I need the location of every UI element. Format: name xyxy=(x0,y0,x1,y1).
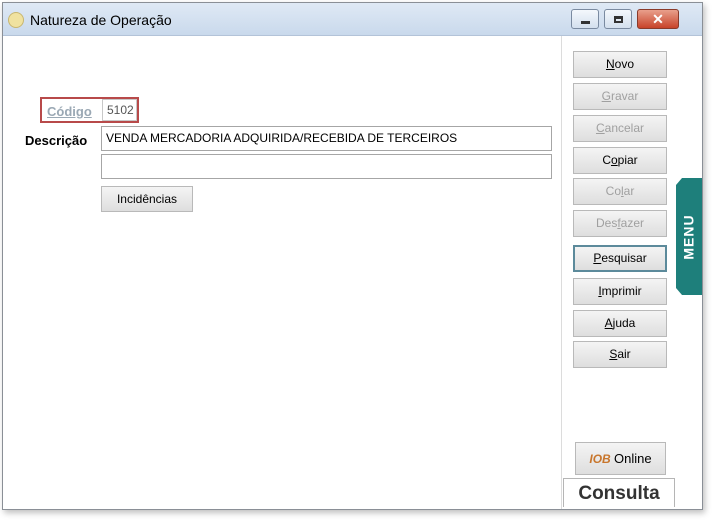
toolbar-button-desfazer[interactable]: Desfazer xyxy=(573,210,667,237)
toolbar-button-imprimir[interactable]: Imprimir xyxy=(573,278,667,305)
descricao-label: Descrição xyxy=(25,133,88,148)
toolbar-button-sair[interactable]: Sair xyxy=(573,341,667,368)
consulta-tab[interactable]: Consulta xyxy=(563,478,675,507)
descricao-complement-field[interactable] xyxy=(101,154,552,179)
close-button[interactable]: ✕ xyxy=(637,9,679,29)
client-area: Código 5102 Descrição VENDA MERCADORIA A… xyxy=(3,36,702,509)
toolbar-button-gravar[interactable]: Gravar xyxy=(573,83,667,110)
maximize-button[interactable] xyxy=(604,9,632,29)
descricao-field[interactable]: VENDA MERCADORIA ADQUIRIDA/RECEBIDA DE T… xyxy=(101,126,552,151)
codigo-field[interactable]: 5102 xyxy=(102,99,137,121)
iob-online-button[interactable]: IOB Online xyxy=(575,442,666,475)
incidencias-button[interactable]: Incidências xyxy=(101,186,193,212)
close-icon: ✕ xyxy=(652,10,664,27)
toolbar-button-ajuda[interactable]: Ajuda xyxy=(573,310,667,337)
maximize-icon xyxy=(613,15,623,23)
iob-brand: IOB xyxy=(589,452,611,466)
window-title: Natureza de Operação xyxy=(30,12,172,28)
menu-tab-label: MENU xyxy=(681,213,698,260)
panel-divider xyxy=(561,36,562,509)
iob-online-label: Online xyxy=(614,451,652,466)
app-icon xyxy=(8,12,24,28)
main-window: Natureza de Operação ✕ Código 5102 Descr… xyxy=(2,2,703,510)
toolbar-button-pesquisar[interactable]: Pesquisar xyxy=(573,245,667,272)
minimize-button[interactable] xyxy=(571,9,599,29)
toolbar-button-novo[interactable]: Novo xyxy=(573,51,667,78)
codigo-label: Código xyxy=(47,104,92,119)
toolbar-button-copiar[interactable]: Copiar xyxy=(573,147,667,174)
toolbar-button-cancelar[interactable]: Cancelar xyxy=(573,115,667,142)
title-bar[interactable]: Natureza de Operação ✕ xyxy=(3,3,702,36)
toolbar-button-colar[interactable]: Colar xyxy=(573,178,667,205)
minimize-icon xyxy=(580,20,590,24)
